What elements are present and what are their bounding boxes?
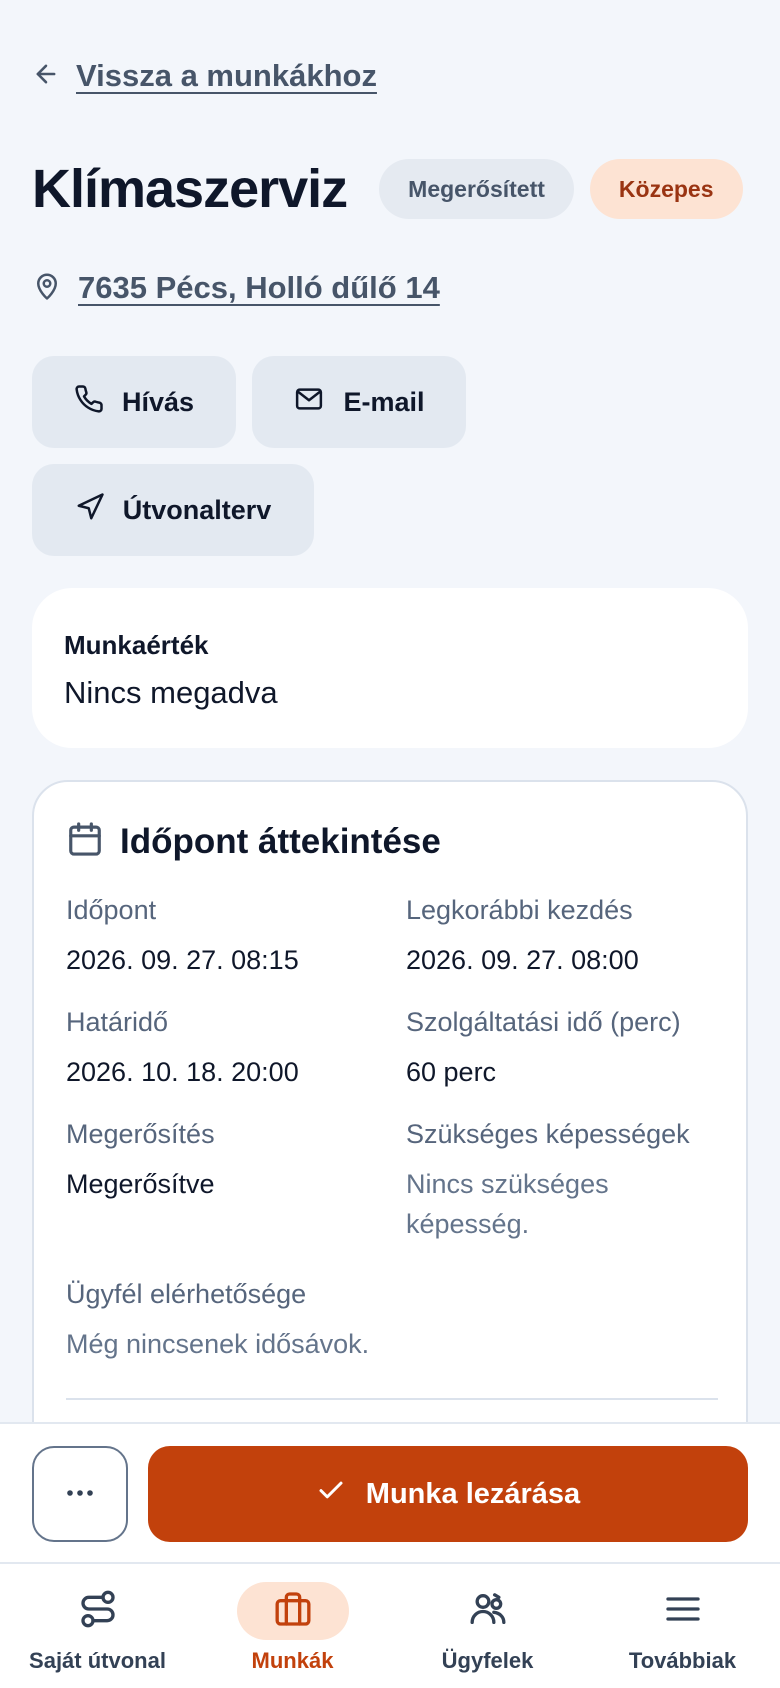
field-value: Nincs szükséges képesség.	[406, 1169, 609, 1239]
field-label: Határidő	[66, 1007, 169, 1037]
field-value: 2026. 09. 27. 08:15	[66, 945, 299, 975]
field-service-time: Szolgáltatási idő (perc) 60 perc	[406, 1004, 726, 1092]
more-horizontal-icon	[65, 1485, 95, 1503]
nav-label: Saját útvonal	[29, 1648, 166, 1673]
field-label: Legkorábbi kezdés	[406, 895, 633, 925]
menu-icon	[663, 1589, 703, 1634]
field-confirmation: Megerősítés Megerősítve	[66, 1116, 386, 1204]
phone-icon	[74, 384, 104, 421]
field-required-skills: Szükséges képességek Nincs szükséges kép…	[406, 1116, 716, 1244]
nav-item-my-route[interactable]: Saját útvonal	[0, 1582, 195, 1678]
status-badge: Megerősített	[379, 159, 574, 219]
nav-label: Munkák	[251, 1648, 334, 1673]
field-deadline: Határidő 2026. 10. 18. 20:00	[66, 1004, 386, 1092]
nav-label: Ügyfelek	[441, 1648, 534, 1673]
title-row: Klímaszerviz Megerősített Közepes	[32, 158, 752, 220]
field-appointment: Időpont 2026. 09. 27. 08:15	[66, 892, 386, 980]
navigation-icon	[75, 492, 105, 529]
field-value: 60 perc	[406, 1057, 497, 1087]
route-icon	[78, 1589, 118, 1634]
field-earliest-start: Legkorábbi kezdés 2026. 09. 27. 08:00	[406, 892, 726, 980]
bottom-action-bar: Munka lezárása	[0, 1422, 780, 1562]
nav-item-jobs[interactable]: Munkák	[195, 1582, 390, 1678]
more-options-button[interactable]	[32, 1446, 128, 1542]
call-button[interactable]: Hívás	[32, 356, 236, 448]
address-link[interactable]: 7635 Pécs, Holló dűlő 14	[32, 266, 440, 310]
route-plan-button[interactable]: Útvonalterv	[32, 464, 314, 556]
address-label: 7635 Pécs, Holló dűlő 14	[78, 270, 440, 305]
field-label: Megerősítés	[66, 1119, 215, 1149]
back-link[interactable]: Vissza a munkákhoz	[32, 54, 377, 98]
email-button-label: E-mail	[343, 386, 425, 417]
back-link-label: Vissza a munkákhoz	[76, 58, 377, 93]
field-value: 2026. 09. 27. 08:00	[406, 945, 639, 975]
nav-icon-wrap	[627, 1582, 739, 1640]
calendar-icon	[66, 820, 104, 863]
bottom-navigation: Saját útvonal Munkák Ügyfelek Továbbiak	[0, 1562, 780, 1688]
schedule-title: Időpont áttekintése	[120, 821, 441, 861]
field-value: Megerősítve	[66, 1169, 215, 1199]
schedule-overview-card: Időpont áttekintése Időpont 2026. 09. 27…	[32, 780, 748, 1500]
users-icon	[468, 1589, 508, 1634]
email-button[interactable]: E-mail	[252, 356, 466, 448]
route-plan-button-label: Útvonalterv	[122, 494, 272, 525]
mail-icon	[293, 384, 325, 421]
field-label: Szükséges képességek	[406, 1119, 690, 1149]
schedule-header: Időpont áttekintése	[66, 820, 441, 863]
page-title: Klímaszerviz	[32, 159, 348, 219]
field-label: Ügyfél elérhetősége	[66, 1279, 307, 1309]
field-label: Időpont	[66, 895, 157, 925]
briefcase-icon	[272, 1589, 314, 1634]
nav-icon-wrap	[432, 1582, 544, 1640]
field-label: Szolgáltatási idő (perc)	[406, 1007, 681, 1037]
close-job-button-label: Munka lezárása	[365, 1477, 581, 1510]
map-pin-icon	[32, 271, 62, 306]
field-value: Még nincsenek idősávok.	[66, 1329, 370, 1359]
check-icon	[316, 1475, 346, 1513]
field-value: 2026. 10. 18. 20:00	[66, 1057, 299, 1087]
nav-icon-wrap	[42, 1582, 154, 1640]
priority-badge: Közepes	[589, 159, 743, 219]
close-job-button[interactable]: Munka lezárása	[148, 1446, 748, 1542]
call-button-label: Hívás	[121, 386, 195, 417]
nav-label: Továbbiak	[628, 1648, 737, 1673]
job-value-card: Munkaérték Nincs megadva	[32, 588, 748, 748]
job-value-label: Munkaérték	[64, 630, 209, 660]
field-customer-availability: Ügyfél elérhetősége Még nincsenek idősáv…	[66, 1276, 666, 1364]
arrow-left-icon	[32, 60, 60, 93]
job-detail-page: Vissza a munkákhoz Klímaszerviz Megerősí…	[0, 0, 780, 1688]
job-value: Nincs megadva	[64, 675, 278, 710]
nav-icon-wrap	[236, 1582, 349, 1640]
nav-item-more[interactable]: Továbbiak	[585, 1582, 780, 1678]
divider	[66, 1398, 718, 1400]
nav-item-customers[interactable]: Ügyfelek	[390, 1582, 585, 1678]
